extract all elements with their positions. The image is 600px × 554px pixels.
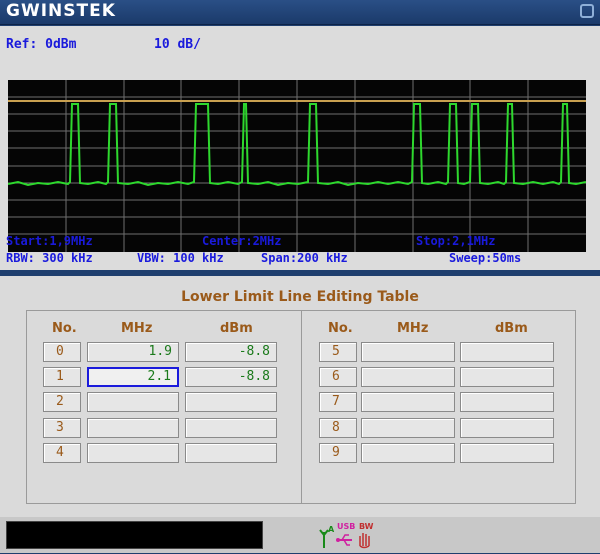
- level-cell[interactable]: -8.8: [185, 342, 277, 362]
- row-number: 0: [43, 342, 81, 362]
- frequency-cell-selected[interactable]: 2.1: [87, 367, 179, 387]
- start-frequency: Start:1,9MHz: [6, 234, 93, 248]
- frequency-cell[interactable]: [87, 443, 179, 463]
- status-icons: A USB BW: [318, 520, 378, 550]
- level-cell[interactable]: [460, 342, 554, 362]
- spectrum-svg: [8, 80, 586, 252]
- frequency-cell[interactable]: [361, 443, 455, 463]
- hand-icon: [359, 533, 370, 549]
- header-no-right: No.: [328, 321, 353, 336]
- stop-frequency: Stop:2,1MHz: [416, 234, 496, 248]
- row-number: 4: [43, 443, 81, 463]
- limit-line-table-panel: Lower Limit Line Editing Table No. MHz d…: [0, 276, 600, 517]
- frequency-cell[interactable]: [87, 418, 179, 438]
- sweep-time: Sweep:50ms: [449, 251, 522, 265]
- header-mhz-right: MHz: [397, 321, 429, 336]
- brand-logo: GWINSTEK: [6, 1, 116, 21]
- frequency-cell[interactable]: 1.9: [87, 342, 179, 362]
- span: Span:200 kHz: [261, 251, 348, 265]
- row-number: 9: [319, 443, 357, 463]
- header-no-left: No.: [52, 321, 77, 336]
- center-frequency: Center:2MHz: [202, 234, 282, 248]
- scale-per-division: 10 dB/: [154, 37, 201, 52]
- level-cell[interactable]: [460, 392, 554, 412]
- status-icons-svg: A USB BW: [319, 522, 374, 549]
- level-cell[interactable]: [185, 392, 277, 412]
- header-dbm-right: dBm: [495, 321, 528, 336]
- usb-label: USB: [337, 522, 355, 531]
- status-bar: A USB BW: [0, 517, 600, 553]
- level-cell[interactable]: [460, 443, 554, 463]
- level-cell[interactable]: [185, 418, 277, 438]
- frequency-cell[interactable]: [361, 367, 455, 387]
- row-number: 3: [43, 418, 81, 438]
- level-cell[interactable]: [460, 367, 554, 387]
- row-number: 1: [43, 367, 81, 387]
- header-mhz-left: MHz: [121, 321, 153, 336]
- row-number: 5: [319, 342, 357, 362]
- row-number: 8: [319, 418, 357, 438]
- header-dbm-left: dBm: [220, 321, 253, 336]
- frequency-cell[interactable]: [87, 392, 179, 412]
- frequency-cell[interactable]: [361, 342, 455, 362]
- frequency-cell[interactable]: [361, 392, 455, 412]
- row-number: 7: [319, 392, 357, 412]
- title-bar: GWINSTEK: [0, 0, 600, 25]
- analyzer-window: GWINSTEK Ref: 0dBm 10 dB/ Start:1,9MHz C…: [0, 0, 600, 553]
- resolution-bandwidth: RBW: 300 kHz: [6, 251, 93, 265]
- level-cell[interactable]: [185, 443, 277, 463]
- table-title: Lower Limit Line Editing Table: [181, 289, 419, 305]
- level-cell[interactable]: [460, 418, 554, 438]
- row-number: 2: [43, 392, 81, 412]
- window-control-icon[interactable]: [580, 4, 594, 18]
- row-number: 6: [319, 367, 357, 387]
- message-area: [6, 521, 263, 549]
- column-divider: [301, 311, 302, 503]
- limit-line-table: No. MHz dBm No. MHz dBm 0 1.9 -8.8 1 2.1…: [26, 310, 576, 504]
- trace-panel: Ref: 0dBm 10 dB/ Start:1,9MHz Center:2MH…: [0, 26, 600, 270]
- frequency-cell[interactable]: [361, 418, 455, 438]
- svg-text:A: A: [328, 525, 335, 534]
- graticule: [8, 80, 586, 252]
- usb-icon: [336, 534, 352, 546]
- level-cell[interactable]: -8.8: [185, 367, 277, 387]
- video-bandwidth: VBW: 100 kHz: [137, 251, 224, 265]
- bw-label: BW: [359, 522, 374, 531]
- antenna-icon: A: [319, 525, 335, 548]
- reference-level: Ref: 0dBm: [6, 37, 77, 52]
- spectrum-display: [8, 80, 586, 252]
